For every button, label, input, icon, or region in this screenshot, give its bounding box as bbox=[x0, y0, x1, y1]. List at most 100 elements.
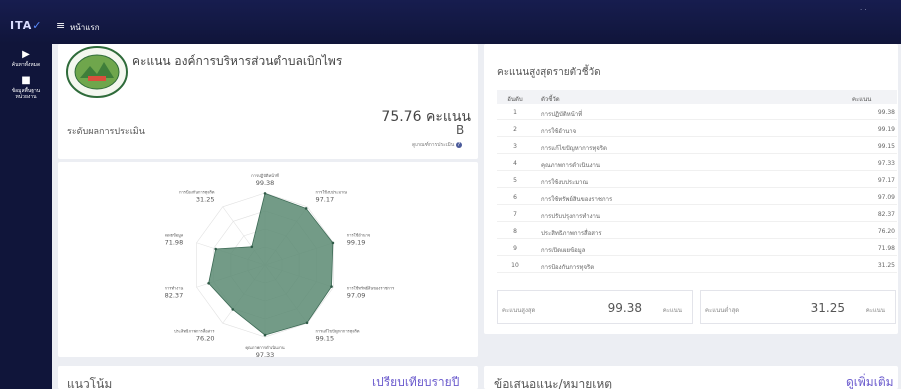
table-row: 7 การปรับปรุงการทำงาน 82.37 bbox=[497, 207, 897, 222]
hamburger-icon[interactable]: ≡ bbox=[56, 19, 65, 32]
radar-point bbox=[331, 241, 335, 245]
top-navbar: ITA✓ ≡ หน้าแรก · · bbox=[0, 0, 901, 44]
row-score: 97.17 bbox=[877, 177, 895, 184]
row-rank: 5 bbox=[513, 177, 517, 184]
row-rank: 3 bbox=[513, 143, 517, 150]
table-row: 4 คุณภาพการดำเนินงาน 97.33 bbox=[497, 156, 897, 171]
radar-value-label: 97.17 bbox=[316, 195, 335, 203]
radar-value-label: 71.98 bbox=[165, 238, 183, 246]
ranking-title: คะแนนสูงสุดรายตัวชี้วัด bbox=[497, 67, 601, 78]
row-score: 76.20 bbox=[877, 228, 895, 235]
table-row: 9 การเปิดเผยข้อมูล 71.98 bbox=[497, 241, 897, 256]
max-score-value: 99.38 bbox=[607, 301, 642, 315]
row-indicator: การปรับปรุงการทำงาน bbox=[541, 213, 600, 220]
radar-chart: การปฏิบัติหน้าที่99.38 การใช้งบประมาณ97.1… bbox=[165, 173, 395, 359]
row-indicator: การปฏิบัติหน้าที่ bbox=[541, 111, 583, 118]
building-icon: ■ bbox=[21, 75, 31, 86]
min-score-unit: คะแนน bbox=[865, 307, 885, 314]
sidebar-item-search-all[interactable]: ▶ ค้นหาทั้งหมด bbox=[0, 49, 52, 69]
compare-yearly-link[interactable]: เปรียบเทียบรายปี bbox=[372, 373, 459, 389]
question-circle-icon: ? bbox=[455, 142, 462, 148]
radar-value-label: 82.37 bbox=[165, 292, 183, 300]
min-score-label: คะแนนต่ำสุด bbox=[705, 307, 740, 314]
table-row: 10 การป้องกันการทุจริต 31.25 bbox=[497, 258, 897, 273]
radar-axis-label: การใช้อำนาจ bbox=[347, 232, 370, 237]
nav-home-link[interactable]: หน้าแรก bbox=[70, 21, 100, 34]
row-rank: 9 bbox=[513, 245, 517, 252]
radar-value-label: 31.25 bbox=[196, 195, 215, 203]
ita-logo[interactable]: ITA✓ bbox=[10, 19, 42, 32]
row-rank: 1 bbox=[513, 109, 517, 116]
row-indicator: ประสิทธิภาพการสื่อสาร bbox=[541, 230, 602, 237]
trend-title: แนวโน้ม bbox=[67, 377, 113, 389]
radar-value-label: 97.33 bbox=[256, 351, 275, 359]
header-rank: อันดับ bbox=[507, 96, 523, 103]
radar-point bbox=[304, 207, 308, 210]
radar-point bbox=[263, 192, 267, 195]
row-indicator: การแก้ไขปัญหาการทุจริต bbox=[541, 145, 607, 152]
max-score-unit: คะแนน bbox=[662, 307, 682, 314]
grade-value: B bbox=[456, 123, 465, 137]
radar-point bbox=[330, 285, 333, 288]
radar-axis-label: ประสิทธิภาพการสื่อสาร bbox=[174, 329, 215, 334]
user-search-icon: ▶ bbox=[22, 49, 30, 60]
row-score: 31.25 bbox=[877, 262, 895, 269]
row-score: 99.15 bbox=[877, 143, 895, 150]
organization-score-title: คะแนน องค์การบริหารส่วนตำบลเบิกไพร bbox=[132, 54, 343, 68]
radar-point bbox=[263, 333, 267, 337]
criteria-link[interactable]: ดูเกณฑ์การประเมิน ? bbox=[412, 141, 462, 149]
radar-value-label: 76.20 bbox=[196, 335, 215, 343]
radar-value-label: 99.15 bbox=[316, 335, 335, 343]
ranking-table-header: อันดับ ตัวชี้วัด คะแนน bbox=[497, 90, 897, 104]
max-score-box: คะแนนสูงสุด 99.38 คะแนน bbox=[497, 290, 693, 324]
radar-axis-label: การใช้งบประมาณ bbox=[316, 189, 348, 194]
table-row: 8 ประสิทธิภาพการสื่อสาร 76.20 bbox=[497, 224, 897, 239]
row-indicator: การป้องกันการทุจริต bbox=[541, 264, 595, 271]
row-rank: 4 bbox=[513, 160, 517, 167]
radar-axis-label: การปฏิบัติหน้าที่ bbox=[251, 173, 279, 178]
radar-point bbox=[305, 321, 309, 325]
table-row: 5 การใช้งบประมาณ 97.17 bbox=[497, 173, 897, 188]
radar-point bbox=[207, 282, 210, 285]
row-rank: 2 bbox=[513, 126, 517, 133]
min-score-value: 31.25 bbox=[810, 301, 845, 315]
radar-point bbox=[214, 247, 217, 251]
row-score: 97.09 bbox=[877, 194, 895, 201]
radar-value-label: 97.09 bbox=[347, 292, 366, 300]
header-score: คะแนน bbox=[852, 96, 872, 103]
window-controls: · · bbox=[860, 6, 867, 14]
table-row: 1 การปฏิบัติหน้าที่ 99.38 bbox=[497, 105, 897, 120]
row-rank: 10 bbox=[511, 262, 519, 269]
radar-point bbox=[250, 245, 254, 249]
sidebar: ▶ ค้นหาทั้งหมด ■ ข้อมูลพื้นฐาน หน่วยงาน bbox=[0, 44, 52, 389]
row-indicator: คุณภาพการดำเนินงาน bbox=[541, 162, 601, 169]
radar-value-label: 99.38 bbox=[256, 179, 275, 187]
evaluation-level-label: ระดับผลการประเมิน bbox=[67, 127, 145, 137]
row-score: 82.37 bbox=[877, 211, 895, 218]
see-more-link[interactable]: ดูเพิ่มเติม bbox=[846, 373, 894, 389]
header-indicator: ตัวชี้วัด bbox=[541, 96, 560, 103]
table-row: 3 การแก้ไขปัญหาการทุจริต 99.15 bbox=[497, 139, 897, 154]
radar-point bbox=[231, 308, 235, 311]
row-indicator: การใช้อำนาจ bbox=[541, 128, 577, 135]
table-row: 2 การใช้อำนาจ 99.19 bbox=[497, 122, 897, 137]
organization-seal bbox=[66, 46, 128, 98]
row-score: 99.38 bbox=[877, 109, 895, 116]
suggestion-title: ข้อเสนอแนะ/หมายเหตุ bbox=[494, 377, 613, 389]
table-row: 6 การใช้ทรัพย์สินของราชการ 97.09 bbox=[497, 190, 897, 205]
radar-value-label: 99.19 bbox=[347, 238, 366, 246]
sidebar-item-label: หน่วยงาน bbox=[15, 94, 37, 100]
sidebar-item-agency-info[interactable]: ■ ข้อมูลพื้นฐาน หน่วยงาน bbox=[0, 75, 52, 101]
row-score: 71.98 bbox=[877, 245, 895, 252]
row-indicator: การใช้งบประมาณ bbox=[541, 179, 589, 186]
sidebar-item-label: ค้นหาทั้งหมด bbox=[11, 62, 41, 68]
row-score: 99.19 bbox=[877, 126, 895, 133]
max-score-label: คะแนนสูงสุด bbox=[502, 307, 536, 314]
row-score: 97.33 bbox=[877, 160, 895, 167]
row-indicator: การเปิดเผยข้อมูล bbox=[541, 247, 586, 254]
row-rank: 8 bbox=[513, 228, 517, 235]
row-rank: 7 bbox=[513, 211, 517, 218]
min-score-box: คะแนนต่ำสุด 31.25 คะแนน bbox=[700, 290, 896, 324]
row-rank: 6 bbox=[513, 194, 517, 201]
radar-axis-label: การใช้ทรัพย์สินของราชการ bbox=[347, 286, 395, 291]
